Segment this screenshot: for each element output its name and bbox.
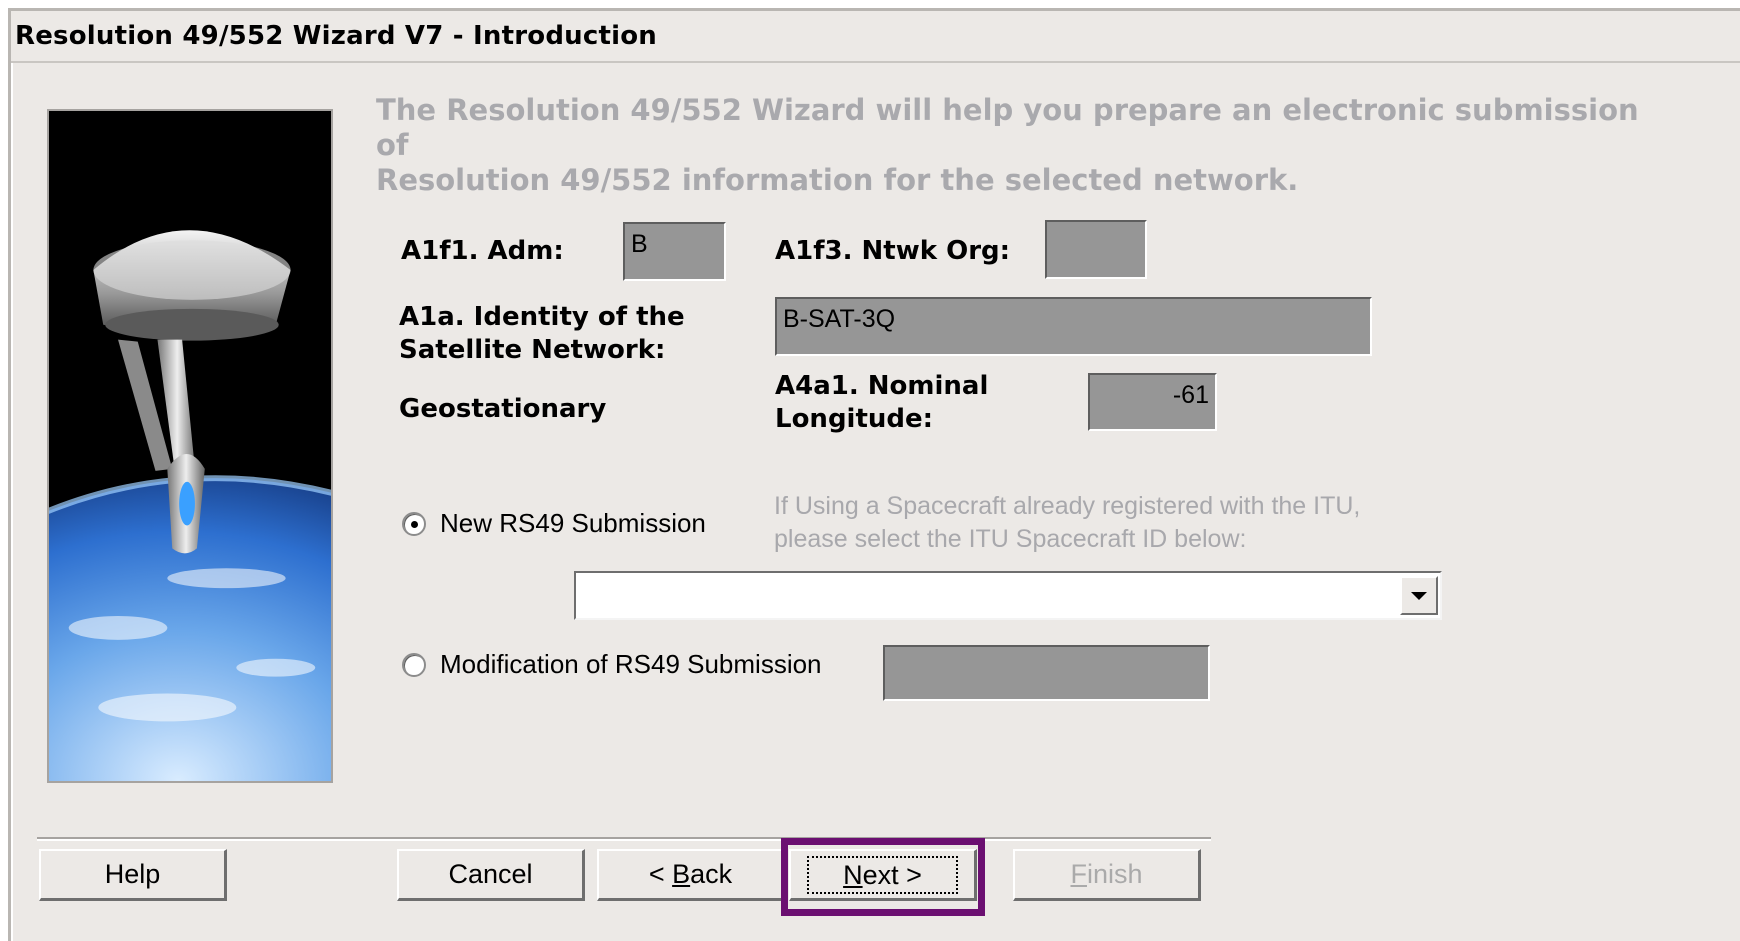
longitude-label-line-1: A4a1. Nominal (775, 371, 989, 401)
satellite-network-field[interactable]: B-SAT-3Q (775, 297, 1372, 356)
identity-label: A1a. Identity of the Satellite Network: (399, 301, 685, 367)
spacecraft-id-select[interactable] (574, 571, 1442, 620)
finish-button-mnemonic: F (1070, 859, 1087, 889)
intro-text: The Resolution 49/552 Wizard will help y… (376, 93, 1676, 198)
chevron-down-icon (1411, 591, 1427, 600)
back-button-rest: ack (690, 859, 733, 889)
wizard-client-area: The Resolution 49/552 Wizard will help y… (11, 63, 1740, 941)
back-button-mnemonic: B (672, 859, 691, 889)
modification-radio[interactable] (402, 652, 426, 677)
spacecraft-illustration (47, 109, 333, 783)
identity-label-line-1: A1a. Identity of the (399, 302, 685, 332)
intro-line-1: The Resolution 49/552 Wizard will help y… (376, 93, 1639, 162)
adm-label: A1f1. Adm: (401, 236, 564, 266)
longitude-label: A4a1. Nominal Longitude: (775, 370, 988, 436)
back-button[interactable]: < Back (597, 849, 785, 901)
spacecraft-id-dropdown-button[interactable] (1400, 576, 1438, 615)
spacecraft-earth-image (49, 111, 331, 781)
network-org-field[interactable] (1045, 220, 1147, 279)
modification-option[interactable]: Modification of RS49 Submission (402, 649, 822, 680)
cancel-button[interactable]: Cancel (397, 849, 585, 901)
nominal-longitude-field[interactable]: -61 (1088, 373, 1217, 431)
modification-label: Modification of RS49 Submission (440, 649, 822, 679)
button-separator (37, 837, 1211, 841)
help-button[interactable]: Help (39, 849, 227, 901)
longitude-label-line-2: Longitude: (775, 404, 934, 434)
wizard-window: Resolution 49/552 Wizard V7 - Introducti… (8, 8, 1740, 941)
new-submission-option[interactable]: New RS49 Submission (402, 508, 706, 539)
intro-line-2: Resolution 49/552 information for the se… (376, 163, 1299, 197)
window-title: Resolution 49/552 Wizard V7 - Introducti… (15, 21, 657, 51)
new-submission-radio[interactable] (402, 511, 426, 536)
network-org-label: A1f3. Ntwk Org: (775, 236, 1011, 266)
title-bar[interactable]: Resolution 49/552 Wizard V7 - Introducti… (11, 11, 1740, 63)
spacecraft-hint-line-1: If Using a Spacecraft already registered… (774, 492, 1361, 520)
next-button-highlight (781, 838, 985, 916)
back-button-prefix: < (648, 859, 673, 889)
spacecraft-hint: If Using a Spacecraft already registered… (774, 490, 1360, 556)
spacecraft-hint-line-2: please select the ITU Spacecraft ID belo… (774, 525, 1247, 553)
new-submission-label: New RS49 Submission (440, 508, 706, 538)
adm-field[interactable]: B (623, 222, 726, 281)
finish-button[interactable]: Finish (1013, 849, 1201, 901)
modification-field[interactable] (883, 645, 1210, 701)
finish-button-rest: inish (1086, 859, 1143, 889)
orbit-type-label: Geostationary (399, 394, 607, 424)
identity-label-line-2: Satellite Network: (399, 335, 666, 365)
